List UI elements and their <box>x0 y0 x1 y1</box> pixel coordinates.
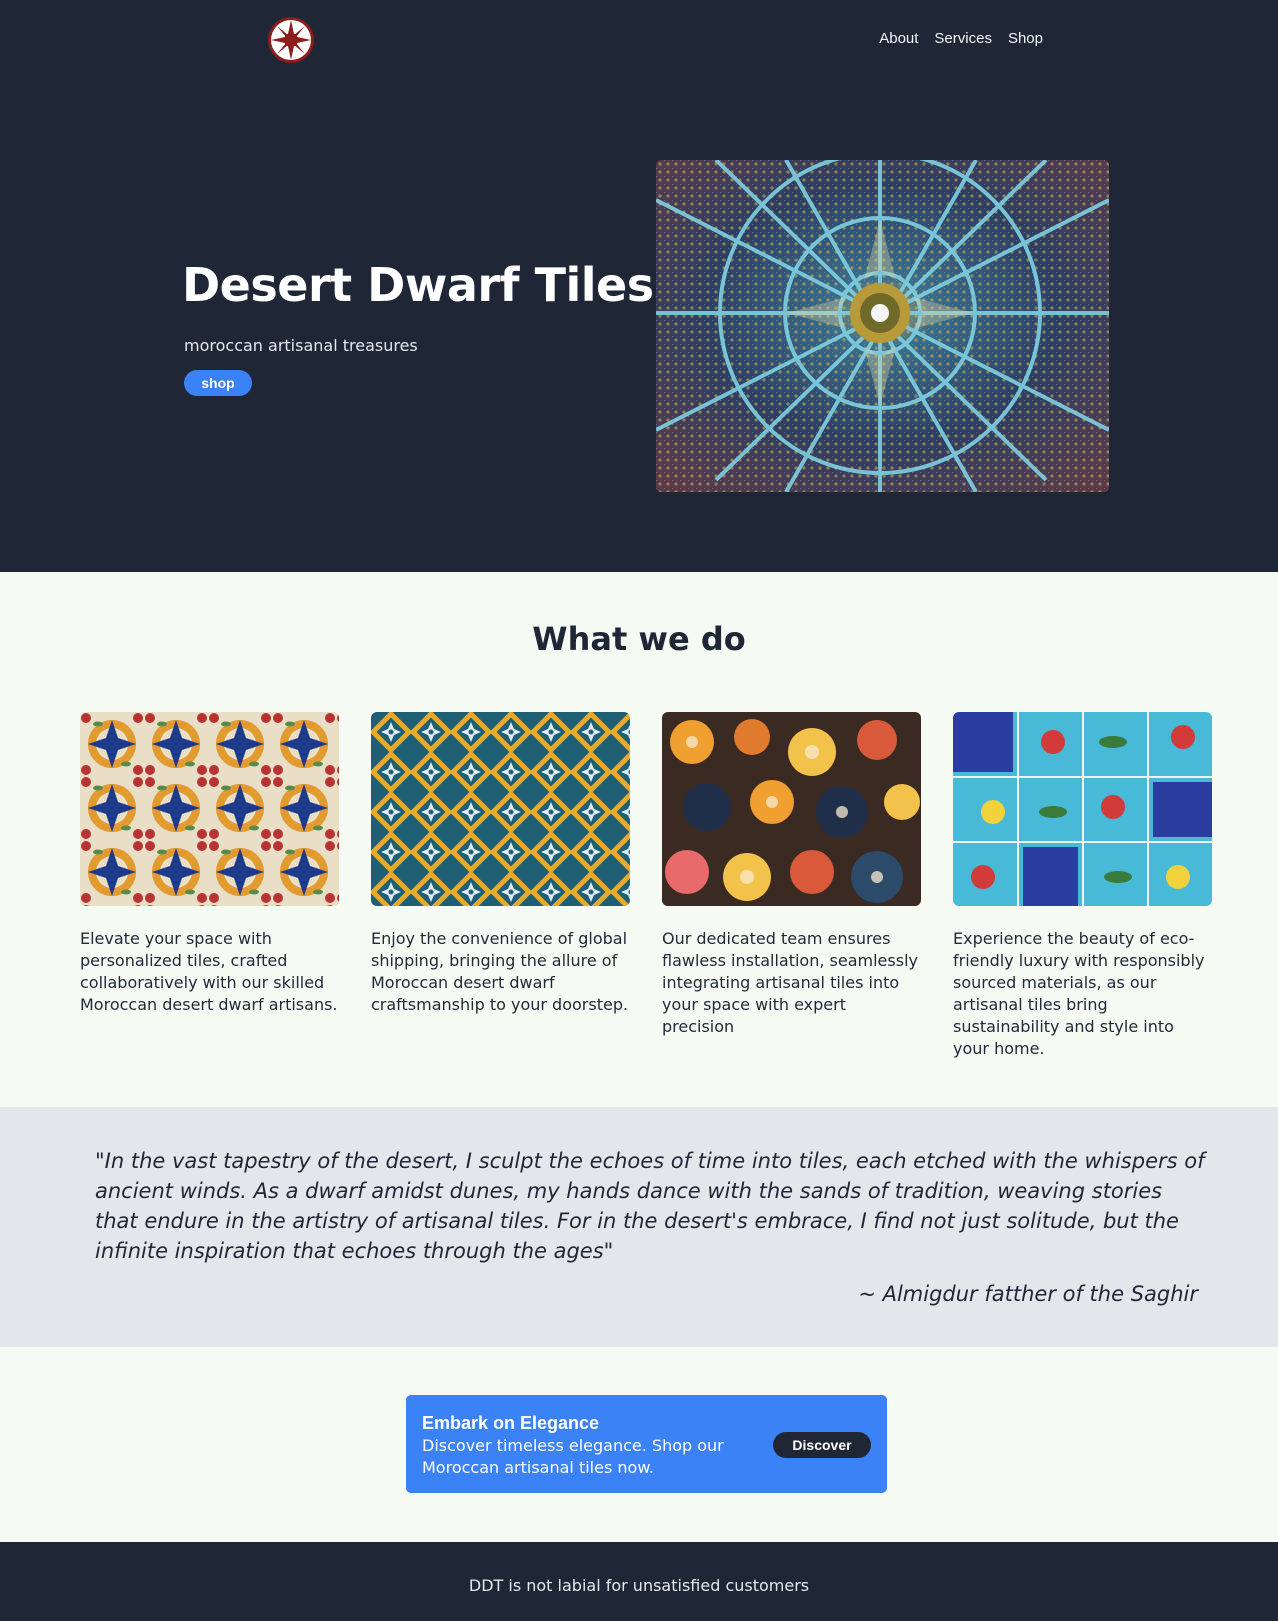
services-title: What we do <box>532 620 746 658</box>
shop-button[interactable]: shop <box>184 370 252 396</box>
nav-shop-link[interactable]: Shop <box>1008 30 1043 47</box>
cta-body: Discover timeless elegance. Shop our Mor… <box>422 1436 724 1477</box>
service-card-text-installation: Our dedicated team ensures flawless inst… <box>662 929 918 1036</box>
service-card-image-tiles <box>80 712 339 906</box>
hero-title: Desert Dwarf Tiles <box>182 258 654 312</box>
logo-icon[interactable] <box>267 16 315 64</box>
main-nav: About Services Shop <box>879 30 1043 47</box>
service-card-text-eco: Experience the beauty of eco-friendly lu… <box>953 929 1205 1058</box>
service-card-image-eco <box>953 712 1212 906</box>
hero-image <box>656 160 1109 492</box>
hero-subtitle: moroccan artisanal treasures <box>184 336 418 355</box>
cta-title: Embark on Elegance <box>422 1413 600 1433</box>
nav-services-link[interactable]: Services <box>934 30 992 47</box>
cta-banner: Embark on Elegance Discover timeless ele… <box>406 1395 887 1493</box>
discover-button[interactable]: Discover <box>773 1432 871 1458</box>
quote-author: ~ Almigdur fatther of the Saghir <box>858 1282 1198 1306</box>
quote-text: "In the vast tapestry of the desert, I s… <box>95 1149 1205 1263</box>
service-card-image-shipping <box>371 712 630 906</box>
service-card-text-shipping: Enjoy the convenience of global shipping… <box>371 929 629 1014</box>
service-card-image-installation <box>662 712 921 906</box>
footer-text: DDT is not labial for unsatisfied custom… <box>468 1576 810 1595</box>
service-card-text-tiles: Elevate your space with personalized til… <box>80 929 338 1014</box>
nav-about-link[interactable]: About <box>879 30 918 47</box>
